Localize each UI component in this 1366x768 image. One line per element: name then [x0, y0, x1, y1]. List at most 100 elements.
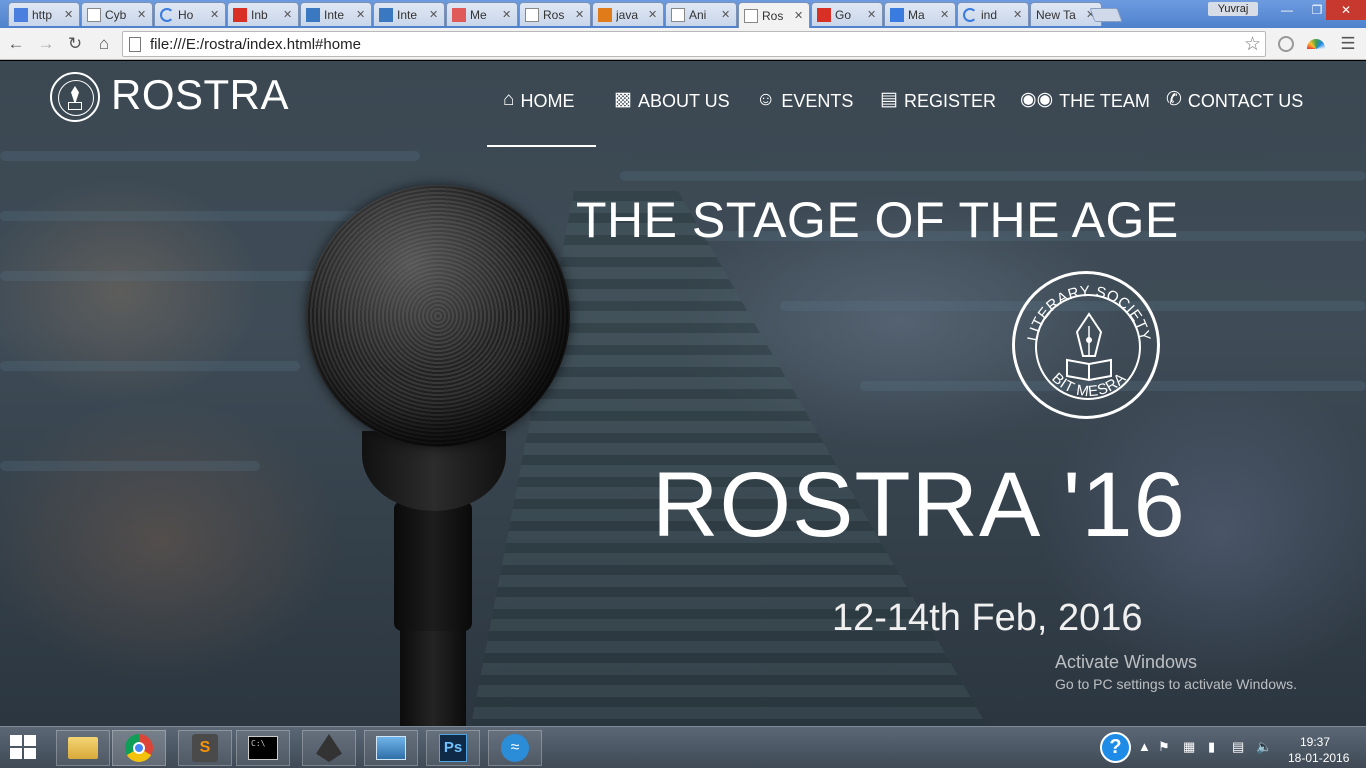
browser-tab-label: Ma [908, 7, 925, 22]
browser-tab[interactable]: Ani ✕ [665, 2, 737, 26]
seal-bottom-text: BIT MESRA [1048, 370, 1129, 401]
volume-icon[interactable]: 🔈 [1256, 739, 1272, 755]
page-icon [525, 7, 539, 22]
close-tab-icon[interactable]: ✕ [721, 8, 731, 21]
close-tab-icon[interactable]: ✕ [648, 8, 658, 21]
browser-tab[interactable]: Me ✕ [446, 2, 518, 26]
browser-tab[interactable]: Inte ✕ [373, 2, 445, 26]
event-date: 12-14th Feb, 2016 [832, 597, 1143, 639]
new-tab-button[interactable] [1089, 8, 1123, 22]
back-arrow-icon: ← [7, 34, 25, 53]
close-tab-icon[interactable]: ✕ [64, 8, 74, 21]
browser-tab[interactable]: Inb ✕ [227, 2, 299, 26]
browser-tab[interactable]: Inte ✕ [300, 2, 372, 26]
windows-logo-icon [10, 735, 22, 746]
close-tab-icon[interactable]: ✕ [137, 8, 147, 21]
chrome-icon[interactable] [112, 730, 166, 766]
photoshop-icon[interactable]: Ps [426, 730, 480, 766]
literary-society-logo[interactable] [50, 72, 100, 122]
literary-society-seal: LITERARY SOCIETY BIT MESRA [1012, 271, 1160, 419]
network-tray-icon[interactable]: ▤ [1232, 739, 1244, 755]
command-prompt-icon[interactable]: C:\ [236, 730, 290, 766]
activate-windows-subtitle: Go to PC settings to activate Windows. [1055, 676, 1297, 692]
sublime-text-icon[interactable]: S [178, 730, 232, 766]
close-tab-icon[interactable]: ✕ [429, 8, 439, 21]
close-tab-icon[interactable]: ✕ [210, 8, 220, 21]
close-window-button[interactable]: ✕ [1326, 0, 1366, 20]
close-tab-icon[interactable]: ✕ [794, 9, 804, 22]
docs-icon [14, 7, 28, 22]
page-icon [129, 37, 141, 52]
gmail-icon [233, 7, 247, 22]
address-bar[interactable]: file:///E:/rostra/index.html#home ☆ [122, 31, 1266, 57]
browser-tab[interactable]: java ✕ [592, 2, 664, 26]
nav-the-team[interactable]: ◉◉ THE TEAM [1020, 87, 1150, 147]
nav-register-label: REGISTER [903, 91, 996, 111]
forward-button[interactable]: → [34, 32, 58, 56]
svg-text:BIT MESRA: BIT MESRA [1048, 370, 1129, 401]
event-title: ROSTRA '16 [652, 454, 1186, 556]
clock-time[interactable]: 19:37 [1300, 735, 1330, 749]
extension-button[interactable] [1304, 32, 1328, 56]
reload-button[interactable]: ↻ [63, 32, 87, 56]
nav-events[interactable]: ☺ EVENTS [756, 87, 853, 147]
close-tab-icon[interactable]: ✕ [575, 8, 585, 21]
browser-tab-label: Inb [251, 7, 268, 22]
is-icon [379, 7, 393, 22]
nav-about-us[interactable]: ▩ ABOUT US [614, 87, 730, 147]
network-icon[interactable]: ≈ [488, 730, 542, 766]
browser-tab[interactable]: Ros ✕ [738, 2, 810, 28]
nav-home[interactable]: ⌂ HOME [487, 87, 596, 147]
back-button[interactable]: ← [4, 32, 28, 56]
is-icon [306, 7, 320, 22]
browser-tab-label: Inte [397, 7, 418, 22]
help-icon[interactable]: ? [1100, 732, 1131, 763]
bookmark-star-icon[interactable]: ☆ [1244, 33, 1261, 56]
open-book-icon [1066, 358, 1112, 382]
url-text[interactable]: file:///E:/rostra/index.html#home [150, 36, 361, 53]
extension-button[interactable] [1274, 32, 1298, 56]
windows-icon[interactable]: ▦ [1183, 739, 1195, 755]
browser-tab[interactable]: Ma ✕ [884, 2, 956, 26]
hamburger-icon: ☰ [1340, 34, 1356, 53]
close-tab-icon[interactable]: ✕ [356, 8, 366, 21]
gd-icon [890, 7, 904, 22]
browser-tab[interactable]: Ros ✕ [519, 2, 591, 26]
photos-icon[interactable] [364, 730, 418, 766]
home-button[interactable]: ⌂ [92, 32, 116, 56]
nav-about-label: ABOUT US [637, 91, 730, 111]
file-explorer-icon[interactable] [56, 730, 110, 766]
start-button[interactable] [10, 735, 38, 761]
browser-tab[interactable]: Ho ✕ [154, 2, 226, 26]
close-tab-icon[interactable]: ✕ [283, 8, 293, 21]
battery-icon[interactable]: ▮ [1208, 739, 1215, 755]
close-tab-icon[interactable]: ✕ [502, 8, 512, 21]
wave-icon [452, 7, 466, 22]
close-tab-icon[interactable]: ✕ [1013, 8, 1023, 21]
clock-date[interactable]: 18-01-2016 [1288, 751, 1349, 765]
browser-tab[interactable]: ind ✕ [957, 2, 1029, 26]
browser-tab-label: java [616, 7, 639, 22]
site-brand-name[interactable]: ROSTRA [111, 71, 289, 119]
loading-icon [160, 7, 174, 22]
close-tab-icon[interactable]: ✕ [940, 8, 950, 21]
nav-register[interactable]: ▤ REGISTER [880, 87, 996, 147]
nav-contact-us[interactable]: ✆ CONTACT US [1166, 87, 1303, 147]
browser-tab-label: Ani [689, 7, 707, 22]
close-tab-icon[interactable]: ✕ [867, 8, 877, 21]
action-center-flag-icon[interactable]: ⚑ [1158, 739, 1170, 755]
browser-menu-button[interactable]: ☰ [1336, 32, 1360, 56]
microphone-head [306, 185, 570, 447]
browser-tab[interactable]: Cyb ✕ [81, 2, 153, 26]
browser-tab-label: Ho [178, 7, 194, 22]
inkscape-icon[interactable] [302, 730, 356, 766]
browser-tab[interactable]: http ✕ [8, 2, 80, 26]
profile-button[interactable]: Yuvraj [1208, 2, 1258, 16]
red-square-icon [817, 7, 831, 22]
show-hidden-icons-icon[interactable]: ▲ [1138, 739, 1151, 754]
microphone-clip [394, 501, 472, 631]
seal-top-text: LITERARY SOCIETY [1024, 283, 1153, 343]
browser-tab-label: Ros [762, 8, 784, 23]
minimize-button[interactable]: — [1272, 0, 1302, 20]
browser-tab[interactable]: Go ✕ [811, 2, 883, 26]
